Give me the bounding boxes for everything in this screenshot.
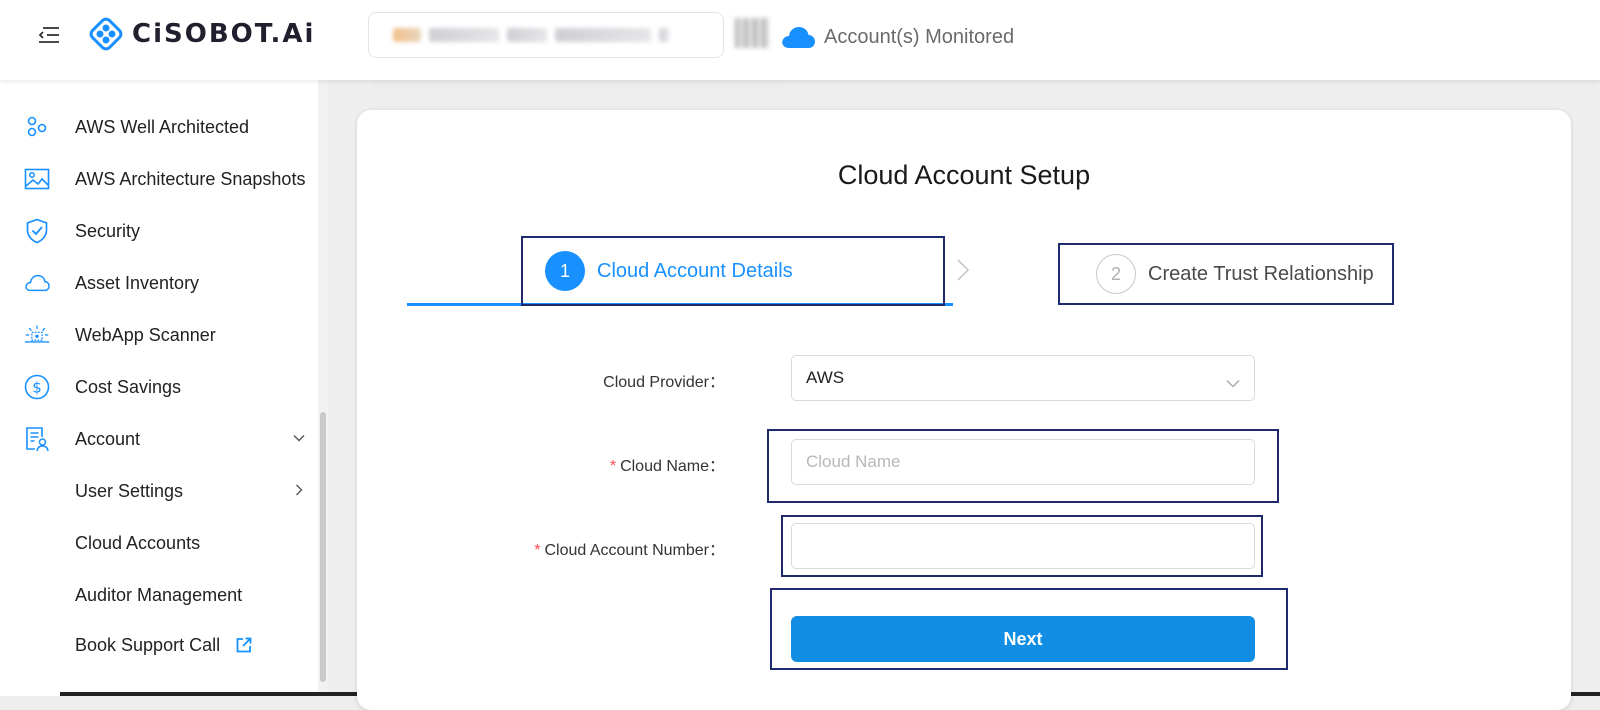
logo-mark-icon: [89, 17, 123, 51]
sidebar-item-cloud-accounts[interactable]: Cloud Accounts: [0, 517, 318, 569]
cloud-account-setup-card: Cloud Account Setup 1 Cloud Account Deta…: [357, 110, 1571, 710]
sidebar-item-label: AWS Architecture Snapshots: [75, 168, 306, 189]
cloud-icon: [24, 270, 50, 296]
accounts-monitored: Account(s) Monitored: [780, 24, 1014, 50]
account-icon: [24, 426, 50, 452]
collapse-sidebar-icon[interactable]: [36, 22, 62, 48]
shield-check-icon: [24, 218, 50, 244]
sidebar-item-label: User Settings: [75, 480, 184, 501]
dollar-icon: $: [24, 374, 50, 400]
logo-text: CiSOBOT.Ai: [132, 19, 316, 49]
cloud-provider-value: AWS: [806, 368, 845, 387]
chevron-right-icon: [292, 483, 306, 497]
sidebar-item-label: Security: [75, 220, 141, 241]
account-extra-blurred: [659, 28, 669, 42]
step-number-badge: 1: [545, 251, 585, 291]
account-selector[interactable]: [368, 12, 724, 58]
monitored-label: Account(s) Monitored: [824, 25, 1015, 48]
account-name-blurred: [507, 28, 547, 42]
svg-text:$: $: [32, 379, 42, 397]
sidebar-item-cost-savings[interactable]: $ Cost Savings: [0, 361, 318, 413]
sidebar-item-webapp-scanner[interactable]: WebApp Scanner: [0, 309, 318, 361]
sidebar-item-label: WebApp Scanner: [75, 324, 216, 345]
chevron-right-icon: [953, 258, 973, 282]
sidebar-item-book-support-call[interactable]: Book Support Call: [0, 621, 318, 673]
sidebar-item-account[interactable]: Account: [0, 413, 318, 465]
sidebar-item-label: Book Support Call: [75, 635, 221, 655]
scanner-icon: [24, 322, 50, 348]
account-id-blurred: [555, 28, 651, 42]
next-button[interactable]: Next: [791, 616, 1255, 662]
sidebar-item-asset-inventory[interactable]: Asset Inventory: [0, 257, 318, 309]
top-header: CiSOBOT.Ai Account(s) Monitored: [0, 0, 1600, 80]
step-cloud-account-details[interactable]: 1 Cloud Account Details: [521, 236, 945, 306]
cloud-name-label: * Cloud Name：: [610, 452, 725, 476]
sidebar-item-label: Account: [75, 428, 141, 449]
chevron-down-icon: [292, 431, 306, 445]
sidebar-item-security[interactable]: Security: [0, 205, 318, 257]
sidebar-item-label-wrap: Book Support Call: [75, 635, 253, 659]
cloud-account-number-label-text: Cloud Account Number：: [544, 542, 725, 559]
step-create-trust-relationship[interactable]: 2 Create Trust Relationship: [1058, 243, 1394, 305]
sidebar-item-aws-well-architected[interactable]: AWS Well Architected: [0, 101, 318, 153]
required-mark: *: [609, 458, 617, 475]
sidebar-item-label: AWS Well Architected: [75, 116, 250, 137]
cloud-name-label-text: Cloud Name：: [620, 458, 725, 475]
cloud-provider-label-text: Cloud Provider：: [603, 374, 725, 391]
sidebar-item-auditor-management[interactable]: Auditor Management: [0, 569, 318, 621]
account-flag-blurred: [393, 28, 421, 42]
account-count-blurred: [735, 18, 769, 48]
cloud-name-input[interactable]: [791, 439, 1255, 485]
cloud-account-number-input[interactable]: [791, 523, 1255, 569]
sidebar-item-label: Cloud Accounts: [75, 532, 201, 553]
cloud-account-number-label: * Cloud Account Number：: [534, 536, 725, 560]
logo[interactable]: CiSOBOT.Ai: [86, 14, 315, 54]
step-number-badge: 2: [1096, 254, 1136, 294]
aws-well-architected-icon: [24, 114, 50, 140]
sidebar-item-label: Asset Inventory: [75, 272, 200, 293]
step-label: Cloud Account Details: [597, 259, 793, 282]
step-label: Create Trust Relationship: [1148, 262, 1374, 285]
cloud-provider-label: Cloud Provider：: [603, 368, 725, 392]
sidebar-item-aws-architecture-snapshots[interactable]: AWS Architecture Snapshots: [0, 153, 318, 205]
required-mark: *: [534, 542, 541, 559]
cloud-icon: [782, 27, 815, 48]
sidebar-item-user-settings[interactable]: User Settings: [0, 465, 318, 517]
image-icon: [24, 166, 50, 192]
external-link-icon[interactable]: [235, 636, 253, 659]
account-name-blurred: [429, 28, 499, 42]
sidebar-item-label: Cost Savings: [75, 376, 182, 397]
cloud-provider-select[interactable]: AWS: [791, 355, 1255, 401]
sidebar: AWS Well Architected AWS Architecture Sn…: [0, 80, 328, 696]
page-title: Cloud Account Setup: [837, 160, 1091, 190]
sidebar-item-label: Auditor Management: [75, 584, 243, 605]
sidebar-scrollbar[interactable]: [320, 412, 326, 682]
chevron-down-icon: [1226, 373, 1240, 393]
